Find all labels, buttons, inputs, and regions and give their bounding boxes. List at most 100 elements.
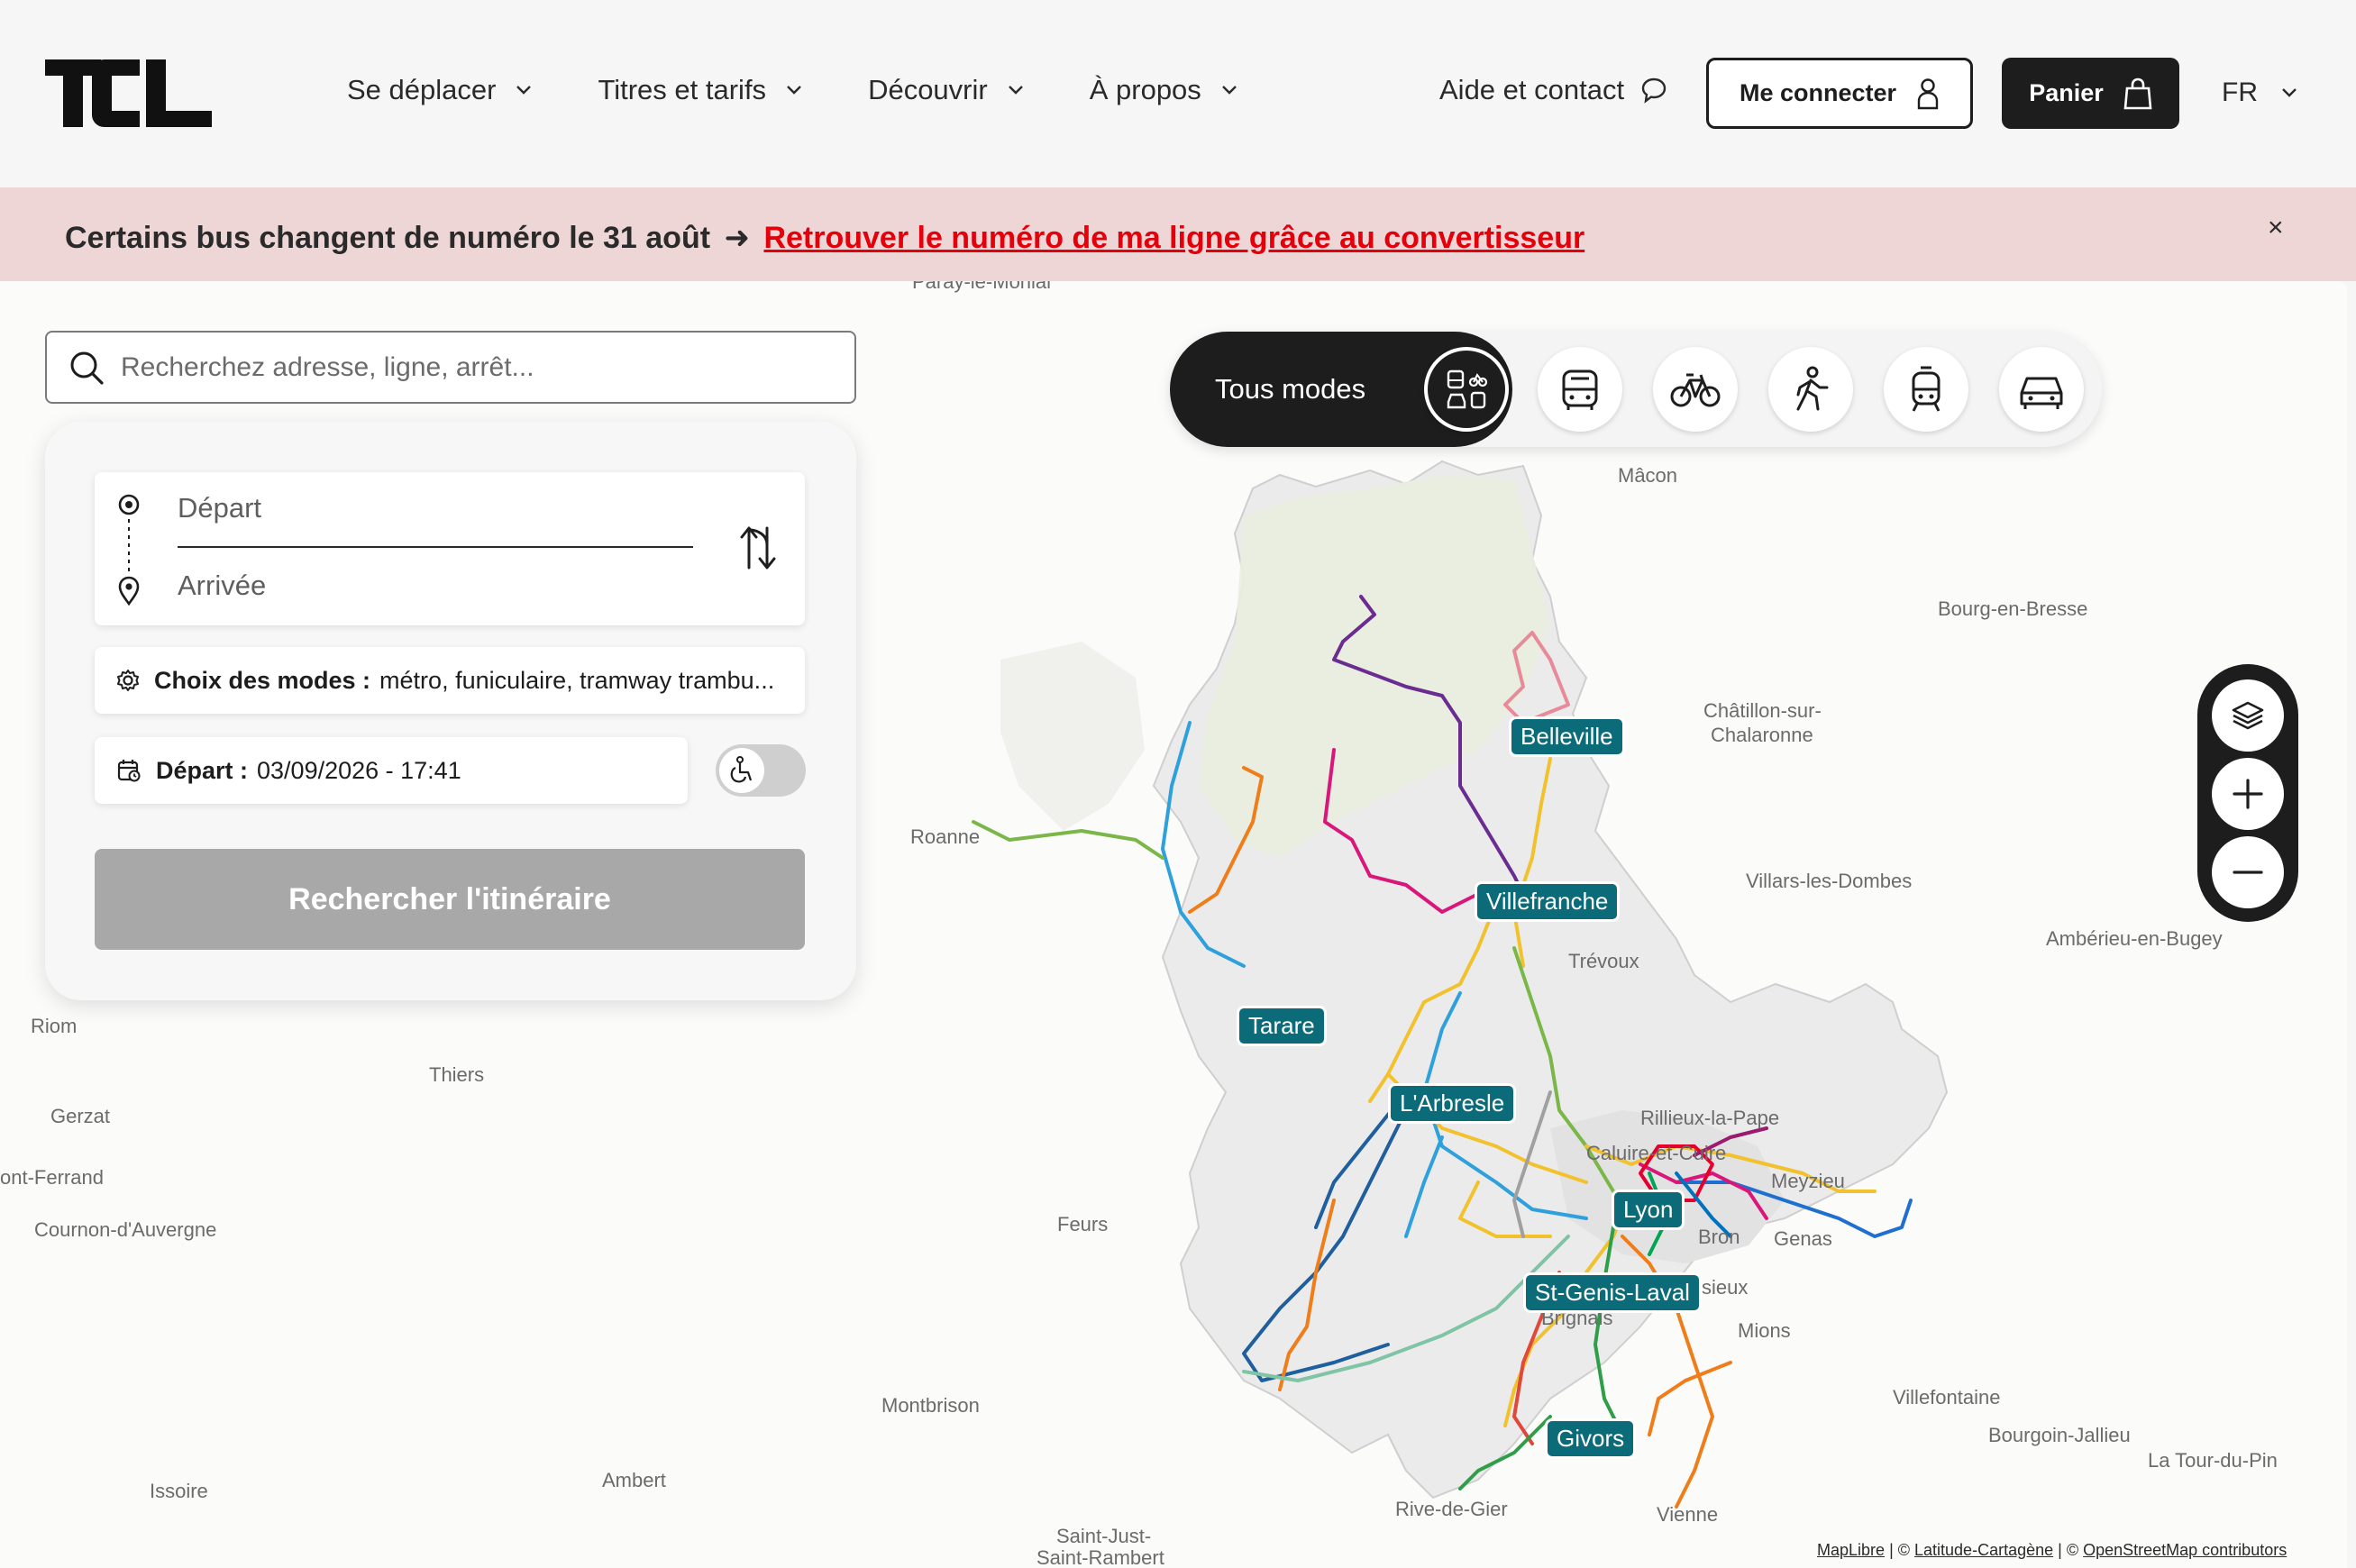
place-label: Gerzat — [50, 1105, 111, 1127]
user-icon — [1917, 77, 1939, 109]
mode-car[interactable] — [1999, 347, 2084, 432]
search-icon — [70, 351, 104, 385]
chevron-down-icon — [516, 86, 532, 95]
help-contact-link[interactable]: Aide et contact — [1439, 74, 1667, 106]
mode-tram[interactable] — [1884, 347, 1968, 432]
place-label: Ambérieu-en-Bugey — [2046, 927, 2223, 950]
place-label: Vienne — [1657, 1503, 1719, 1526]
place-label: Villefontaine — [1893, 1386, 2001, 1408]
mode-walk[interactable] — [1768, 347, 1853, 432]
nav-a-propos[interactable]: À propos — [1090, 74, 1237, 106]
place-label: Ambert — [602, 1469, 666, 1491]
minus-icon — [2233, 871, 2263, 874]
login-label: Me connecter — [1739, 79, 1897, 106]
modes-selector[interactable]: Choix des modes : métro, funiculaire, tr… — [95, 647, 805, 714]
wheelchair-icon — [730, 756, 753, 783]
chevron-down-icon — [787, 86, 801, 95]
layers-icon — [2232, 701, 2264, 730]
map-controls — [2197, 664, 2298, 922]
place-label: Chalaronne — [1711, 724, 1813, 746]
city-marker[interactable]: Villefranche — [1475, 881, 1621, 922]
zoom-out-button[interactable] — [2212, 836, 2284, 908]
main-nav: Se déplacer Titres et tarifs Découvrir À… — [347, 74, 1303, 106]
attribution-link[interactable]: Latitude-Cartagène — [1914, 1541, 2053, 1559]
modes-label: Choix des modes : — [154, 666, 371, 694]
city-marker[interactable]: Givors — [1545, 1418, 1637, 1459]
city-marker[interactable]: Lyon — [1612, 1190, 1685, 1230]
nav-se-deplacer[interactable]: Se déplacer — [347, 74, 532, 106]
chevron-down-icon — [1221, 86, 1237, 95]
search-input[interactable] — [121, 351, 824, 383]
place-label: La Tour-du-Pin — [2148, 1449, 2278, 1472]
date-label: Départ : — [156, 756, 249, 784]
all-modes-label: Tous modes — [1215, 373, 1366, 405]
converter-link[interactable]: Retrouver le numéro de ma ligne grâce au… — [763, 221, 1584, 255]
language-select[interactable]: FR — [2222, 77, 2297, 108]
attribution-separator: | © — [1889, 1541, 1915, 1559]
tcl-logo[interactable] — [45, 59, 212, 127]
place-label: Feurs — [1057, 1213, 1109, 1235]
language-value: FR — [2222, 77, 2258, 107]
site-header: Se déplacer Titres et tarifs Découvrir À… — [0, 0, 2356, 187]
plus-icon — [2233, 779, 2263, 809]
place-label: Trévoux — [1568, 950, 1639, 972]
swap-icon[interactable] — [736, 523, 780, 573]
cart-button[interactable]: Panier — [2002, 58, 2179, 129]
attribution-link[interactable]: MapLibre — [1817, 1541, 1885, 1559]
nav-label: Découvrir — [868, 74, 988, 105]
nav-decouvrir[interactable]: Découvrir — [868, 74, 1024, 106]
place-label: Bourg-en-Bresse — [1938, 597, 2088, 620]
modes-value: métro, funiculaire, tramway trambu... — [379, 666, 775, 694]
place-label: Meyzieu — [1771, 1170, 1845, 1192]
walk-icon — [1796, 366, 1829, 411]
banner-message: Certains bus changent de numéro le 31 ao… — [65, 220, 1584, 256]
cart-label: Panier — [2029, 79, 2104, 106]
toggle-knob — [719, 748, 764, 793]
calendar-icon — [117, 760, 141, 782]
place-label: Bourgoin-Jallieu — [1988, 1424, 2131, 1446]
layers-button[interactable] — [2212, 679, 2284, 752]
banner-text: Certains bus changent de numéro le 31 ao… — [65, 221, 711, 255]
search-itinerary-button[interactable]: Rechercher l'itinéraire — [95, 849, 805, 950]
place-label: Caluire-et-Cuire — [1586, 1142, 1727, 1164]
alert-banner: Certains bus changent de numéro le 31 ao… — [0, 187, 2356, 281]
city-marker[interactable]: St-Genis-Laval — [1523, 1272, 1702, 1313]
departure-datetime[interactable]: Départ : 03/09/2026 - 17:41 — [95, 737, 688, 804]
od-divider — [178, 546, 693, 548]
nav-titres-tarifs[interactable]: Titres et tarifs — [598, 74, 802, 106]
arrival-field[interactable]: Arrivée — [178, 570, 266, 602]
place-label: Roanne — [910, 825, 981, 848]
departure-field[interactable]: Départ — [178, 492, 261, 524]
place-label: Mions — [1738, 1319, 1791, 1342]
tram-icon — [1912, 366, 1941, 412]
attribution-separator: | © — [2058, 1541, 2084, 1559]
close-icon[interactable]: × — [2268, 213, 2284, 243]
place-label: Saint-Just- — [1056, 1525, 1152, 1547]
login-button[interactable]: Me connecter — [1706, 58, 1973, 129]
date-value: 03/09/2026 - 17:41 — [257, 756, 461, 784]
place-label: Villars-les-Dombes — [1746, 870, 1913, 892]
attribution-link[interactable]: OpenStreetMap contributors — [2083, 1541, 2287, 1559]
place-label: sieux — [1702, 1276, 1749, 1299]
mode-bus[interactable] — [1538, 347, 1622, 432]
mode-bike[interactable] — [1653, 347, 1738, 432]
help-label: Aide et contact — [1439, 74, 1625, 105]
place-label: Rillieux-la-Pape — [1640, 1107, 1780, 1129]
accessibility-toggle[interactable] — [716, 744, 806, 797]
transit-line — [1648, 1361, 1732, 1436]
zoom-in-button[interactable] — [2212, 758, 2284, 830]
city-marker[interactable]: L'Arbresle — [1388, 1083, 1517, 1124]
multimodal-icon — [1447, 369, 1488, 409]
search-bar[interactable] — [45, 331, 856, 404]
arrow-right-icon: ➜ — [724, 221, 751, 255]
mode-multimodal[interactable] — [1424, 347, 1509, 432]
bike-icon — [1670, 373, 1721, 407]
gear-icon — [117, 670, 139, 691]
place-label: Saint-Rambert — [1036, 1546, 1164, 1568]
city-marker[interactable]: Belleville — [1509, 716, 1625, 757]
place-label: Cournon-d'Auvergne — [34, 1218, 217, 1241]
place-label: Riom — [31, 1015, 78, 1037]
place-label: Châtillon-sur- — [1703, 699, 1822, 722]
city-marker[interactable]: Tarare — [1237, 1006, 1327, 1046]
chevron-down-icon — [1008, 86, 1023, 95]
